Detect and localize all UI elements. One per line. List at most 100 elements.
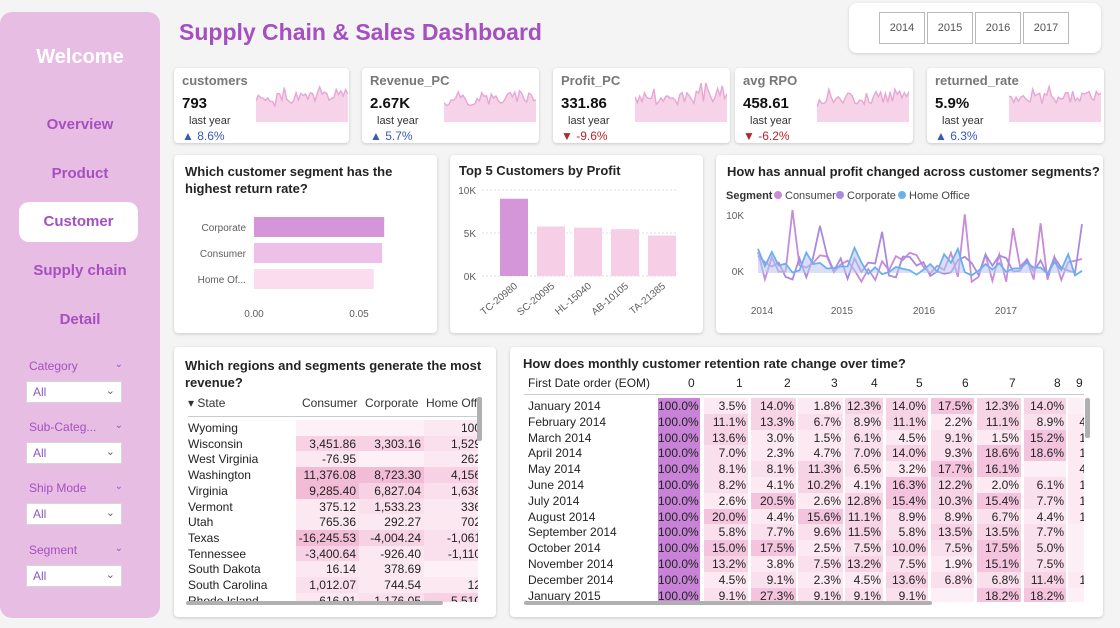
kpi-last-year-label: last year — [189, 115, 231, 127]
filter-shipmode-select[interactable]: All ⌄ — [26, 503, 122, 525]
year-button-2014[interactable]: 2014 — [879, 12, 925, 44]
table-row[interactable]: July 2014 100.0% 2.6% 20.5% 2.6% 12.8% 15.4% 10… — [524, 492, 1084, 509]
retention-cell: 7.5% — [931, 540, 974, 557]
value-cell: 16.14 — [296, 561, 359, 578]
retention-cell: 7.5% — [1024, 556, 1066, 572]
regions-horizontal-scrollbar[interactable] — [186, 601, 443, 605]
value-cell: 1,533.23 — [359, 498, 424, 515]
column-header[interactable]: 6 — [962, 376, 969, 390]
cohort-label: August 2014 — [528, 509, 596, 524]
table-row[interactable]: Wisconsin 3,451.86 3,303.16 1,529 — [188, 435, 478, 452]
year-button-2015[interactable]: 2015 — [927, 12, 973, 44]
dashboard: Welcome Overview Product Customer Supply… — [0, 0, 1120, 628]
year-button-2017[interactable]: 2017 — [1023, 12, 1069, 44]
regions-vertical-scrollbar[interactable] — [477, 397, 482, 441]
filter-category-select[interactable]: All ⌄ — [26, 381, 122, 403]
column-header[interactable]: 1 — [736, 376, 743, 390]
value-cell: 262 — [424, 451, 478, 468]
chevron-down-icon[interactable]: ⌄ — [115, 481, 123, 492]
category-label: TA-21385 — [628, 281, 668, 317]
table-row[interactable]: Wyoming 100 — [188, 420, 478, 436]
y-tick-label: 0K — [732, 267, 745, 278]
retention-cell: 9.1% — [886, 587, 928, 602]
table-row[interactable]: June 2014 100.0% 8.2% 4.1% 10.2% 4.1% 16.3% 12.… — [524, 477, 1084, 493]
kpi-last-year-label: last year — [568, 115, 610, 127]
retention-cell: 4.5% — [886, 429, 928, 446]
table-row[interactable]: West Virginia -76.95 262 — [188, 451, 478, 468]
value-cell: 4,156 — [424, 467, 478, 484]
table-row[interactable]: March 2014 100.0% 13.6% 3.0% 1.5% 6.1% 4.5% 9.1… — [524, 429, 1084, 446]
chevron-down-icon[interactable]: ⌄ — [115, 543, 123, 554]
column-header[interactable]: 3 — [831, 376, 838, 390]
column-header[interactable]: 9 — [1076, 376, 1083, 390]
table-row[interactable]: February 2014 100.0% 11.1% 13.3% 6.7% 8.9% 11.… — [524, 413, 1084, 430]
table-row[interactable]: May 2014 100.0% 8.1% 8.1% 11.3% 6.5% 3.2% 17.7%… — [524, 461, 1084, 478]
chevron-down-icon[interactable]: ⌄ — [115, 359, 123, 370]
top-customers-bar-chart: 10K 5K 0KTC-20980SC-20095HL-15040AB-10105T… — [458, 186, 678, 318]
category-label: AB-10105 — [590, 281, 631, 318]
nav-detail[interactable]: Detail — [0, 311, 160, 328]
table-row[interactable]: September 2014 100.0% 5.8% 7.7% 9.6% 11.5% 5.8… — [524, 524, 1084, 541]
kpi-value: 793 — [182, 95, 208, 112]
retention-cell: 7.5% — [886, 556, 928, 572]
retention-cell: 8.1% — [751, 461, 796, 478]
table-row[interactable]: December 2014 100.0% 4.5% 9.1% 2.3% 4.5% 13.6%… — [524, 571, 1084, 588]
filter-subcategory-select[interactable]: All ⌄ — [26, 442, 122, 464]
retention-cell — [1068, 556, 1084, 572]
table-row[interactable]: Virginia 9,285.40 6,827.04 1,638 — [188, 482, 478, 499]
chevron-down-icon[interactable]: ⌄ — [115, 420, 123, 431]
header-corporate[interactable]: Corporate — [365, 396, 418, 410]
retention-cell: 100.0% — [658, 571, 700, 588]
filter-segment-select[interactable]: All ⌄ — [26, 565, 122, 587]
nav-supply-chain[interactable]: Supply chain — [0, 262, 160, 279]
sidebar: Welcome Overview Product Customer Supply… — [0, 12, 160, 618]
header-state[interactable]: ▾ State — [188, 396, 225, 410]
kpi-last-year-label: last year — [377, 115, 419, 127]
column-header[interactable]: 2 — [784, 376, 791, 390]
nav-customer[interactable]: Customer — [19, 202, 138, 242]
table-row[interactable]: October 2014 100.0% 15.0% 17.5% 2.5% 7.5% 10.0… — [524, 540, 1084, 557]
table-row[interactable]: January 2014 100.0% 3.5% 14.0% 1.8% 12.3% 14.0… — [524, 398, 1084, 414]
table-row[interactable]: South Dakota 16.14 378.69 — [188, 561, 478, 578]
retention-vertical-scrollbar[interactable] — [1085, 398, 1090, 438]
table-row[interactable]: Washington 11,376.08 8,723.30 4,156 — [188, 467, 478, 484]
retention-cell: 1.9% — [931, 556, 974, 572]
value-cell: 100 — [424, 420, 478, 436]
column-header[interactable]: 0 — [688, 376, 695, 390]
table-row[interactable]: Texas -16,245.53 -4,004.24 -1,061 — [188, 529, 478, 546]
value-cell: 744.54 — [359, 577, 424, 593]
table-row[interactable]: November 2014 100.0% 13.2% 3.8% 7.5% 13.2% 7.5… — [524, 556, 1084, 572]
retention-cell: 9.1% — [798, 587, 843, 602]
table-row[interactable]: Tennessee -3,400.64 -926.40 -1,110 — [188, 545, 478, 562]
header-first-order[interactable]: First Date order (EOM) — [528, 376, 650, 390]
retention-cell: 100.0% — [658, 413, 700, 430]
retention-cell: 6.1% — [1024, 477, 1066, 493]
table-row[interactable]: August 2014 100.0% 20.0% 4.4% 15.6% 11.1% 8.9%… — [524, 508, 1084, 525]
retention-cell: 15.2% — [1024, 429, 1066, 446]
table-row[interactable]: Utah 765.36 292.27 702 — [188, 514, 478, 531]
value-cell: -3,400.64 — [296, 545, 359, 562]
nav-product[interactable]: Product — [0, 165, 160, 182]
nav-overview[interactable]: Overview — [0, 116, 160, 133]
header-consumer[interactable]: Consumer — [302, 396, 357, 410]
state-cell: Vermont — [188, 499, 233, 514]
retention-horizontal-scrollbar[interactable] — [524, 601, 932, 605]
state-cell: Utah — [188, 515, 214, 530]
table-row[interactable]: Vermont 375.12 1,533.23 336 — [188, 498, 478, 515]
legend-label: Home Office — [909, 190, 970, 202]
table-row[interactable]: April 2014 100.0% 7.0% 2.3% 4.7% 7.0% 14.0% 9.3… — [524, 445, 1084, 462]
column-header[interactable]: 7 — [1009, 376, 1016, 390]
column-header[interactable]: 4 — [871, 376, 878, 390]
retention-cell: 20.0% — [704, 508, 748, 525]
value-cell: 336 — [424, 498, 478, 515]
sparkline-area — [256, 86, 348, 122]
year-button-2016[interactable]: 2016 — [975, 12, 1021, 44]
column-header[interactable]: 5 — [916, 376, 923, 390]
table-row[interactable]: South Carolina 1,012.07 744.54 12 — [188, 577, 478, 593]
header-home-office[interactable]: Home Off — [426, 396, 477, 410]
kpi-label: customers — [182, 73, 248, 88]
column-header[interactable]: 8 — [1054, 376, 1061, 390]
retention-cell — [1068, 540, 1084, 557]
retention-cell: 12.3% — [845, 398, 883, 414]
table-row[interactable]: January 2015 100.0% 9.1% 27.3% 9.1% 9.1% 9.1% 1… — [524, 587, 1084, 602]
